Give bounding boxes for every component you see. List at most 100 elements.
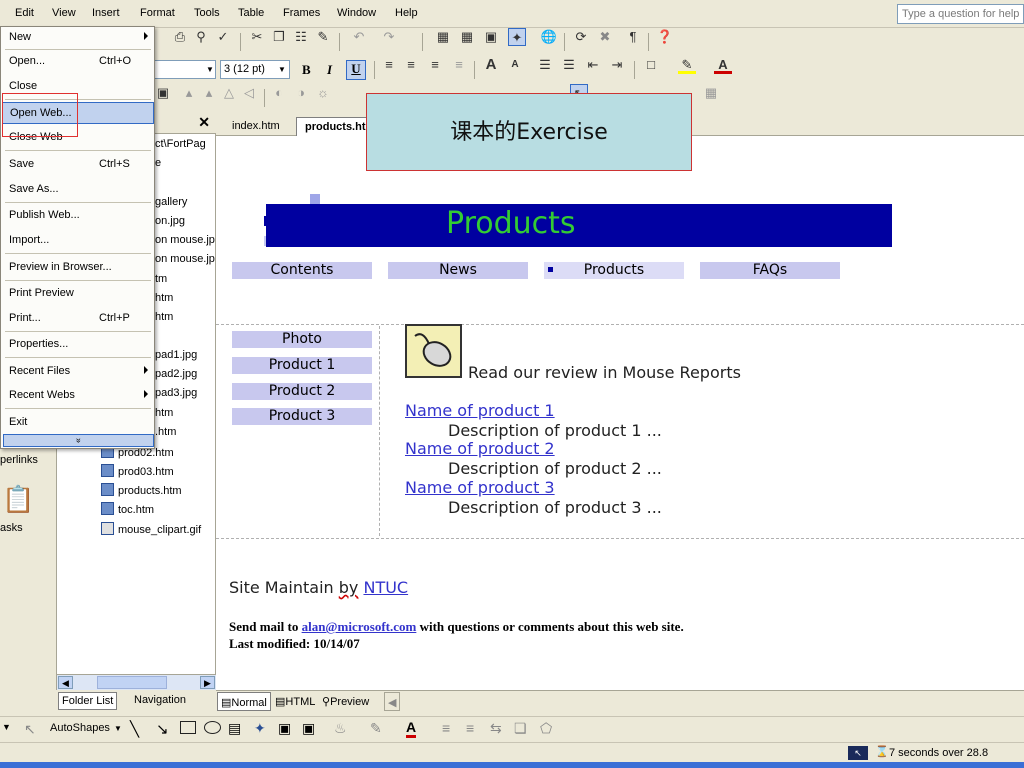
font-color-icon[interactable]: A <box>714 56 732 74</box>
hyperlink-icon[interactable]: 🌐 <box>540 28 558 46</box>
file-item[interactable]: mouse_clipart.gif <box>101 522 201 536</box>
scroll-left-icon[interactable]: ◀ <box>58 676 73 689</box>
insert-picture-icon[interactable]: ▣ <box>482 28 500 46</box>
menu-format[interactable]: Format <box>140 7 175 19</box>
borders-icon[interactable]: □ <box>642 56 660 74</box>
folder-item[interactable]: on mouse.jp <box>155 234 215 246</box>
wordart-icon[interactable]: ✦ <box>254 720 266 737</box>
product-2-link[interactable]: Name of product 2 <box>405 439 555 458</box>
mouse-clipart-image[interactable] <box>405 324 462 378</box>
file-menu-import[interactable]: Import... <box>2 230 154 252</box>
product-3-link[interactable]: Name of product 3 <box>405 478 555 497</box>
menu-table[interactable]: Table <box>238 7 264 19</box>
numbering-icon[interactable]: ☰ <box>536 56 554 74</box>
fill-color-icon[interactable]: ♨ <box>334 720 347 737</box>
3d-icon[interactable]: ⬠ <box>540 720 552 737</box>
show-all-icon[interactable]: ¶ <box>624 28 642 46</box>
autoshapes-menu[interactable]: AutoShapes <box>50 722 110 734</box>
clipart-icon[interactable]: ▣ <box>302 720 315 737</box>
side-button-product-3[interactable]: Product 3 <box>232 408 372 425</box>
flip-vertical-icon[interactable]: ◁ <box>240 84 258 102</box>
nav-button-faqs[interactable]: FAQs <box>700 262 840 279</box>
bullets-icon[interactable]: ☰ <box>560 56 578 74</box>
position-icon[interactable]: ▣ <box>154 84 172 102</box>
tasks-icon[interactable]: 📋 <box>2 484 34 515</box>
rotate-right-icon[interactable]: ▴ <box>200 84 218 102</box>
flip-icon[interactable]: △ <box>220 84 238 102</box>
refresh-icon[interactable]: ⟳ <box>572 28 590 46</box>
menu-insert[interactable]: Insert <box>92 7 120 19</box>
menu-frames[interactable]: Frames <box>283 7 320 19</box>
line-color-icon[interactable]: ✎ <box>370 720 382 737</box>
arrow-style-icon[interactable]: ⇆ <box>490 720 502 737</box>
side-button-product-2[interactable]: Product 2 <box>232 383 372 400</box>
select-objects-icon[interactable]: ↖ <box>24 721 36 738</box>
stop-icon[interactable]: ✖ <box>596 28 614 46</box>
decrease-font-icon[interactable]: A <box>506 56 524 74</box>
undo-icon[interactable]: ↶ <box>350 28 368 46</box>
folder-item[interactable]: .htm <box>155 426 176 438</box>
menu-view[interactable]: View <box>52 7 76 19</box>
drawing-icon[interactable]: ✦ <box>508 28 526 46</box>
file-menu-exit[interactable]: Exit <box>2 412 154 434</box>
tab-navigation[interactable]: Navigation <box>131 692 189 710</box>
tab-normal-view[interactable]: ▤Normal <box>217 692 271 711</box>
copy-icon[interactable]: ❐ <box>270 28 288 46</box>
file-menu-recent-webs[interactable]: Recent Webs <box>2 385 154 407</box>
menu-window[interactable]: Window <box>337 7 376 19</box>
insert-table-icon[interactable]: ▦ <box>458 28 476 46</box>
file-menu-properties[interactable]: Properties... <box>2 334 154 356</box>
folder-item[interactable]: on.jpg <box>155 215 185 227</box>
expand-menu-icon[interactable]: » <box>3 434 154 447</box>
folder-item[interactable]: on mouse.jp <box>155 253 215 265</box>
views-hyperlinks-label[interactable]: perlinks <box>0 454 38 466</box>
spelling-icon[interactable]: ✓ <box>214 28 232 46</box>
file-menu-print-preview[interactable]: Print Preview <box>2 283 154 305</box>
folder-list-scrollbar[interactable]: ◀ ▶ <box>57 674 216 690</box>
brightness-icon[interactable]: ☼ <box>314 84 332 102</box>
less-contrast-icon[interactable]: ◑ <box>292 84 310 102</box>
print-preview-icon[interactable]: ⚲ <box>192 28 210 46</box>
scroll-thumb[interactable] <box>97 676 167 689</box>
redo-icon[interactable]: ↷ <box>380 28 398 46</box>
oval-icon[interactable] <box>204 721 221 734</box>
file-item[interactable]: toc.htm <box>101 502 154 516</box>
tab-preview-view[interactable]: ⚲Preview <box>319 692 372 711</box>
line-style-icon[interactable]: ≡ <box>442 720 450 736</box>
tab-folder-list[interactable]: Folder List <box>58 692 118 710</box>
folder-item[interactable]: gallery <box>155 196 187 208</box>
decrease-indent-icon[interactable]: ⇤ <box>584 56 602 74</box>
folder-item[interactable]: ct\FortPag <box>155 138 206 150</box>
mail-link[interactable]: alan@microsoft.com <box>302 619 417 634</box>
tab-scroll-arrow[interactable]: ◀ <box>384 692 401 711</box>
file-menu-preview-in-browser[interactable]: Preview in Browser... <box>2 257 154 279</box>
views-tasks-label[interactable]: asks <box>0 522 23 534</box>
web-component-icon[interactable]: ▦ <box>434 28 452 46</box>
folder-item[interactable]: pad1.jpg <box>155 349 197 361</box>
ntuc-link[interactable]: NTUC <box>363 578 408 597</box>
file-item[interactable]: products.htm <box>101 483 182 497</box>
print-icon[interactable]: ⎙ <box>171 28 189 46</box>
paste-icon[interactable]: ☷ <box>292 28 310 46</box>
folder-item[interactable]: htm <box>155 292 173 304</box>
increase-font-icon[interactable]: A <box>482 56 500 74</box>
autoshapes-arrow-icon[interactable]: ▼ <box>114 724 122 733</box>
folder-item[interactable]: e <box>155 157 161 169</box>
menu-tools[interactable]: Tools <box>194 7 220 19</box>
folder-item[interactable]: tm <box>155 273 167 285</box>
contrast-icon[interactable]: ◐ <box>270 84 288 102</box>
font-size-arrow-icon[interactable]: ▼ <box>278 65 286 74</box>
close-icon[interactable]: ✕ <box>198 114 210 131</box>
bold-button[interactable]: B <box>302 62 311 78</box>
format-painter-icon[interactable]: ✎ <box>314 28 332 46</box>
align-right-icon[interactable]: ≡ <box>426 56 444 74</box>
rectangle-icon[interactable] <box>180 721 196 734</box>
side-button-product-1[interactable]: Product 1 <box>232 357 372 374</box>
resample-icon[interactable]: ▦ <box>702 84 720 102</box>
menu-help[interactable]: Help <box>395 7 418 19</box>
underline-button[interactable]: U <box>346 60 366 80</box>
cut-icon[interactable]: ✂ <box>248 28 266 46</box>
diagram-icon[interactable]: ▣ <box>278 720 291 737</box>
file-item[interactable]: prod03.htm <box>101 464 174 478</box>
justify-icon[interactable]: ≡ <box>450 56 468 74</box>
